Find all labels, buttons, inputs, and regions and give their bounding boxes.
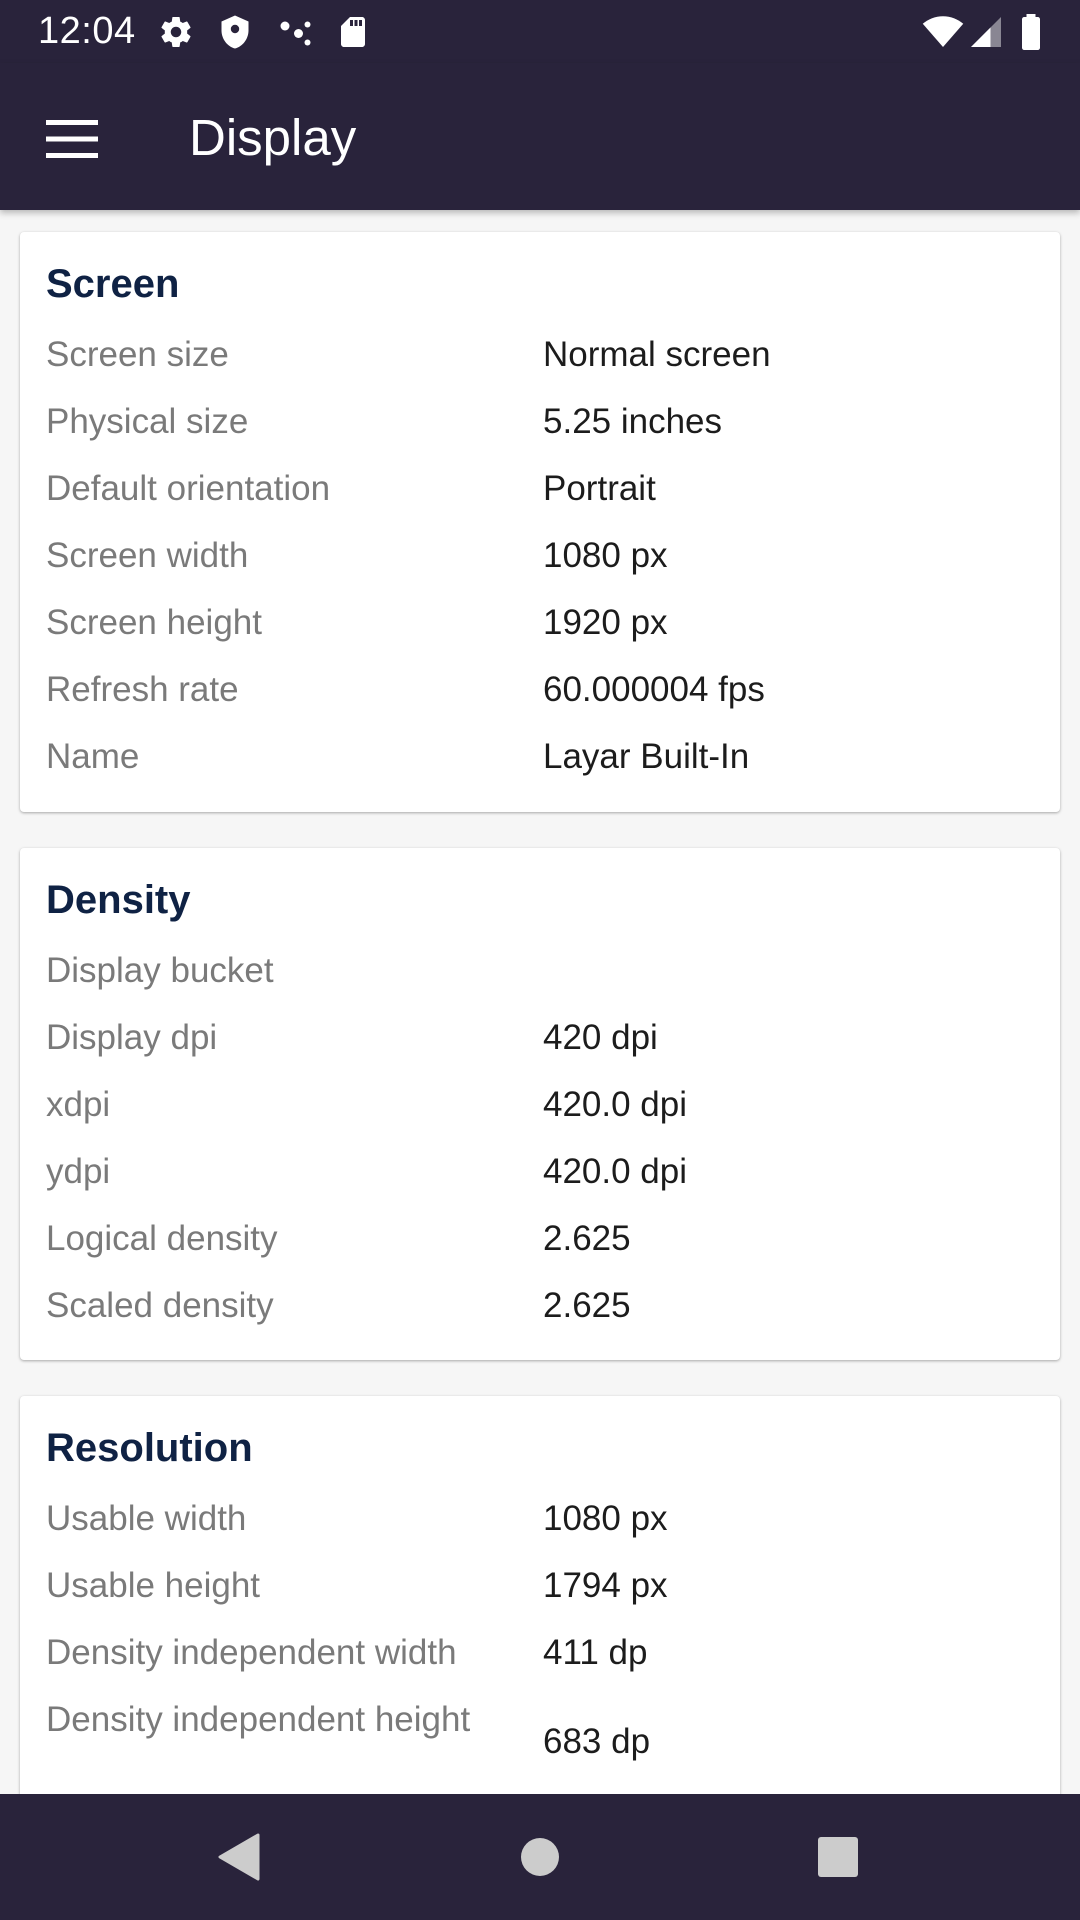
row-value: 420.0 dpi: [543, 1152, 688, 1191]
row-label: Default orientation: [46, 469, 331, 508]
row-label: Screen height: [46, 603, 262, 642]
row-label: Logical density: [46, 1219, 278, 1258]
row-label: Usable height: [46, 1566, 261, 1605]
row-label: Density independent width: [46, 1633, 457, 1672]
section-title: Screen: [46, 262, 180, 306]
status-bar: 12:04: [0, 0, 1080, 63]
row-value: Portrait: [543, 469, 656, 508]
row-value: 1080 px: [543, 1499, 668, 1538]
row-label: Display dpi: [46, 1018, 218, 1057]
row-value: 420 dpi: [543, 1018, 658, 1057]
row-value: Normal screen: [543, 335, 771, 374]
row-value: 2.625: [543, 1219, 631, 1258]
home-button[interactable]: [500, 1817, 580, 1897]
screen-card: Screen Screen size Normal screen Physica…: [20, 232, 1060, 812]
dots-icon: [280, 21, 311, 46]
home-icon: [521, 1838, 559, 1876]
status-time: 12:04: [38, 10, 136, 52]
section-title: Density: [46, 878, 191, 922]
row-value: 411 dp: [543, 1633, 648, 1672]
menu-button[interactable]: [36, 103, 108, 175]
row-label: Refresh rate: [46, 670, 239, 709]
row-label: Density independent height: [46, 1700, 471, 1739]
battery-icon: [1022, 14, 1040, 50]
content-scroll[interactable]: Screen Screen size Normal screen Physica…: [0, 210, 1080, 1794]
wifi-icon: [922, 16, 964, 47]
shield-icon: [221, 15, 249, 49]
row-label: Screen size: [46, 335, 229, 374]
row-value: 1080 px: [543, 536, 668, 575]
back-button[interactable]: [198, 1817, 278, 1897]
density-card: Density Display bucket Display dpi 420 d…: [20, 848, 1060, 1360]
row-label: Usable width: [46, 1499, 247, 1538]
navigation-bar: [0, 1794, 1080, 1920]
row-value: 5.25 inches: [543, 402, 723, 441]
row-label: Scaled density: [46, 1286, 274, 1325]
resolution-card: Resolution Usable width 1080 px Usable h…: [20, 1396, 1060, 1794]
row-value: 683 dp: [543, 1722, 651, 1761]
section-title: Resolution: [46, 1426, 253, 1470]
app-bar: Display: [0, 63, 1080, 210]
row-value: Layar Built-In: [543, 737, 750, 776]
row-label: xdpi: [46, 1085, 111, 1124]
row-label: Screen width: [46, 536, 249, 575]
row-label: Physical size: [46, 402, 249, 441]
back-icon: [218, 1833, 260, 1881]
sd-card-icon: [341, 17, 365, 47]
hamburger-menu-icon: [46, 120, 98, 158]
row-value: 60.000004 fps: [543, 670, 765, 709]
row-value: 420.0 dpi: [543, 1085, 688, 1124]
table-row: Density independent height 683 dp: [46, 1697, 1046, 1787]
recents-button[interactable]: [798, 1817, 878, 1897]
recents-icon: [818, 1837, 858, 1877]
page-title: Display: [189, 109, 357, 166]
row-value: 1794 px: [543, 1566, 668, 1605]
row-label: Display bucket: [46, 951, 274, 990]
settings-gear-icon: [161, 17, 191, 47]
cell-signal-icon: [971, 17, 1001, 47]
row-value: 1920 px: [543, 603, 668, 642]
row-label: Name: [46, 737, 140, 776]
row-value: 2.625: [543, 1286, 631, 1325]
row-label: ydpi: [46, 1152, 111, 1191]
